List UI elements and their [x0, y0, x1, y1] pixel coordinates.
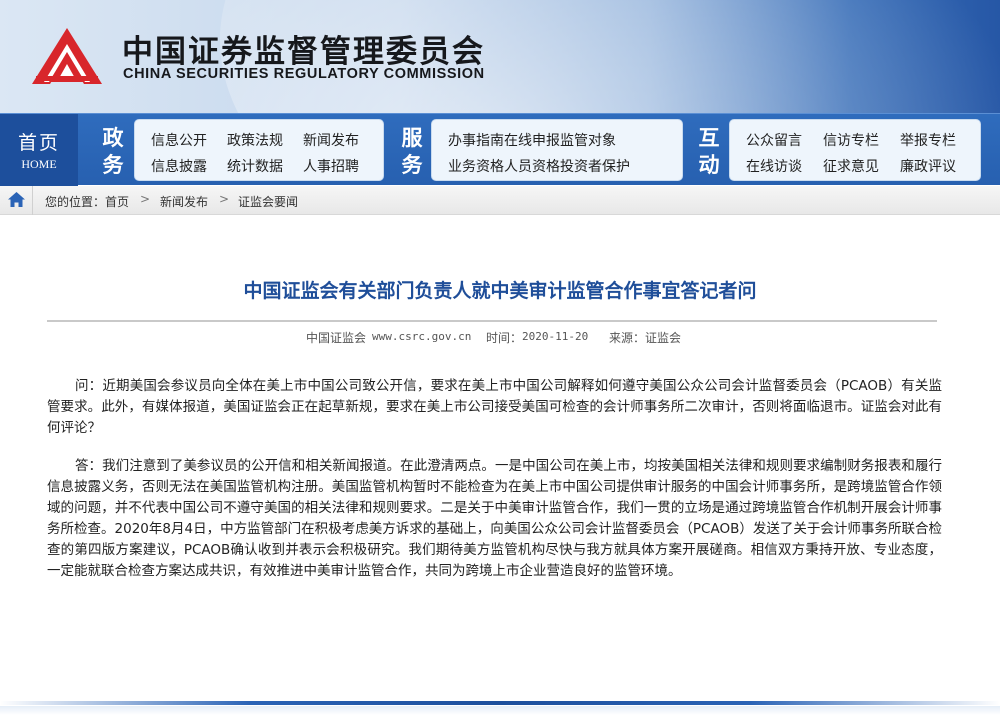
nav-link-online-interview[interactable]: 在线访谈	[746, 156, 802, 176]
breadcrumb-item-home[interactable]: 首页	[105, 193, 129, 210]
nav-link-recruitment[interactable]: 人事招聘	[303, 156, 359, 176]
nav-link-personnel-qualification[interactable]: 人员资格	[504, 156, 560, 176]
breadcrumb-separator: >	[219, 192, 230, 206]
nav-link-news[interactable]: 新闻发布	[303, 130, 359, 150]
article-time-label: 时间：	[486, 331, 523, 345]
article-paragraph-answer: 答：我们注意到了美参议员的公开信和相关新闻报道。在此澄清两点。一是中国公司在美上…	[47, 458, 942, 579]
nav-link-info-disclosure-public[interactable]: 信息公开	[151, 130, 207, 150]
breadcrumb-item-current[interactable]: 证监会要闻	[238, 193, 298, 210]
breadcrumb: 您的位置： 首页 > 新闻发布 > 证监会要闻	[0, 186, 1000, 215]
site-title-en: CHINA SECURITIES REGULATORY COMMISSION	[123, 66, 485, 82]
article-paragraph-question: 问：近期美国会参议员向全体在美上市中国公司致公开信，要求在美上市中国公司解释如何…	[47, 378, 942, 436]
nav-category-government: 政务	[102, 125, 124, 177]
nav-group-government: 信息公开 政策法规 新闻发布 信息披露 统计数据 人事招聘	[134, 119, 384, 181]
nav-link-investor-protection[interactable]: 投资者保护	[560, 156, 630, 176]
article-site: 中国证监会	[306, 331, 367, 345]
nav-home-label-en: HOME	[21, 157, 57, 171]
nav-group-interaction: 公众留言 信访专栏 举报专栏 在线访谈 征求意见 廉政评议	[729, 119, 981, 181]
breadcrumb-prefix: 您的位置：	[45, 195, 106, 209]
nav-link-info-disclosure[interactable]: 信息披露	[151, 156, 207, 176]
csrc-logo-icon[interactable]	[30, 26, 104, 86]
nav-group-service: 办事指南 在线申报 监管对象 业务资格 人员资格 投资者保护	[431, 119, 683, 181]
nav-category-service: 服务	[401, 125, 423, 177]
nav-link-business-qualification[interactable]: 业务资格	[448, 156, 504, 176]
article-source-label: 来源：	[609, 331, 646, 345]
main-nav: 首页 HOME 政务 信息公开 政策法规 新闻发布 信息披露 统计数据 人事招聘…	[0, 113, 1000, 186]
footer-divider	[0, 701, 1000, 705]
nav-link-guide[interactable]: 办事指南	[448, 130, 504, 150]
site-title-cn: 中国证券监督管理委员会	[122, 34, 485, 70]
home-icon[interactable]	[0, 186, 33, 215]
article-url[interactable]: www.csrc.gov.cn	[372, 330, 471, 343]
nav-link-statistics[interactable]: 统计数据	[227, 156, 283, 176]
nav-home-button[interactable]: 首页 HOME	[0, 114, 78, 186]
title-divider	[47, 320, 937, 322]
article-source: 证监会	[645, 331, 682, 345]
nav-home-label-cn: 首页	[17, 132, 60, 154]
footer-shadow	[0, 706, 1000, 715]
nav-category-interaction: 互动	[698, 125, 720, 177]
article-title: 中国证监会有关部门负责人就中美审计监管合作事宜答记者问	[243, 280, 757, 302]
breadcrumb-separator: >	[140, 192, 151, 206]
article-time: 2020-11-20	[522, 330, 589, 343]
nav-link-report[interactable]: 举报专栏	[900, 130, 956, 150]
nav-link-online-filing[interactable]: 在线申报	[504, 130, 560, 150]
site-header: 中国证券监督管理委员会 CHINA SECURITIES REGULATORY …	[0, 0, 1000, 113]
nav-link-regulated-entities[interactable]: 监管对象	[560, 130, 616, 150]
nav-link-integrity-review[interactable]: 廉政评议	[900, 156, 956, 176]
nav-link-petition[interactable]: 信访专栏	[823, 130, 879, 150]
nav-link-solicit-opinions[interactable]: 征求意见	[823, 156, 879, 176]
breadcrumb-item-news[interactable]: 新闻发布	[160, 193, 208, 210]
nav-link-public-message[interactable]: 公众留言	[746, 130, 802, 150]
nav-link-policies[interactable]: 政策法规	[227, 130, 283, 150]
